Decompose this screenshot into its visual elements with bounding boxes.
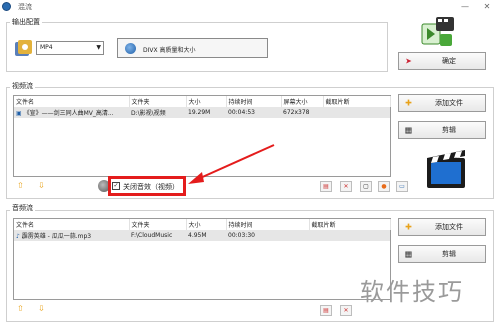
video-stream-label: 视频流 xyxy=(10,81,35,91)
column-header[interactable]: 文件名 xyxy=(14,219,130,230)
format-select[interactable]: MP4 ▼ xyxy=(36,41,104,55)
video-tool-preview-icon[interactable]: ▭ xyxy=(396,181,408,192)
move-up-icon[interactable]: ⇧ xyxy=(17,181,24,190)
audio-edit-label: 剪辑 xyxy=(442,250,456,258)
column-header[interactable]: 大小 xyxy=(186,96,227,107)
audio-edit-button[interactable]: ▦ 剪辑 xyxy=(398,245,486,263)
cell-screen-size: 672x378 xyxy=(281,107,323,118)
profile-button[interactable]: DIVX 高质量和大小 xyxy=(117,38,268,58)
column-header[interactable]: 持续时间 xyxy=(226,96,282,107)
cell-clip xyxy=(309,230,390,241)
audio-add-file-label: 添加文件 xyxy=(435,223,463,231)
column-header[interactable]: 持续时间 xyxy=(226,219,310,230)
move-down-icon[interactable]: ⇩ xyxy=(38,181,45,190)
video-table-header: 文件名 文件夹 大小 持续时间 屏幕大小 截取片断 xyxy=(14,96,391,107)
video-file-table: 文件名 文件夹 大小 持续时间 屏幕大小 截取片断 ▣ 《宣》——剑三同人曲MV… xyxy=(14,96,391,118)
audio-tool-add-icon[interactable]: ▤ xyxy=(320,305,332,316)
column-header[interactable]: 文件夹 xyxy=(129,219,187,230)
column-header[interactable]: 屏幕大小 xyxy=(281,96,324,107)
cell-clip xyxy=(323,107,390,118)
cell-duration: 00:03:30 xyxy=(226,230,309,241)
minimize-button[interactable]: — xyxy=(454,0,476,13)
video-tool-play-icon[interactable]: ● xyxy=(378,181,390,192)
table-row[interactable]: ♪ 霹雳英雄 - 瓜瓜一蒜.mp3 F:\CloudMusic 4.95M 00… xyxy=(14,230,390,241)
confirm-button[interactable]: ➤ 确定 xyxy=(398,52,486,70)
move-down-icon[interactable]: ⇩ xyxy=(38,304,45,313)
close-button[interactable]: ✕ xyxy=(476,0,498,13)
cell-name: 霹雳英雄 - 瓜瓜一蒜.mp3 xyxy=(21,233,92,240)
format-select-value: MP4 xyxy=(40,44,53,51)
format-icon xyxy=(13,38,33,58)
table-row[interactable]: ▣ 《宣》——剑三同人曲MV_高清... D:\影视\视频 19.29M 00:… xyxy=(14,107,390,118)
column-header[interactable]: 截取片断 xyxy=(323,96,391,107)
video-add-file-button[interactable]: ✚ 添加文件 xyxy=(398,94,486,112)
audio-file-table: 文件名 文件夹 大小 持续时间 截取片断 ♪ 霹雳英雄 - 瓜瓜一蒜.mp3 F… xyxy=(14,219,391,241)
video-tool-add-icon[interactable]: ▤ xyxy=(320,181,332,192)
video-edit-label: 剪辑 xyxy=(442,126,456,134)
cell-name: 《宣》——剑三同人曲MV_高清... xyxy=(23,110,114,117)
cell-size: 4.95M xyxy=(186,230,226,241)
audio-stream-label: 音频流 xyxy=(10,203,35,213)
column-header[interactable]: 大小 xyxy=(186,219,227,230)
cell-folder: F:\CloudMusic xyxy=(129,230,186,241)
column-header[interactable]: 文件名 xyxy=(14,96,130,107)
move-up-icon[interactable]: ⇧ xyxy=(17,304,24,313)
video-edit-button[interactable]: ▦ 剪辑 xyxy=(398,121,486,139)
app-icon xyxy=(2,2,11,11)
watermark-text: 软件技巧 xyxy=(360,278,464,306)
cell-size: 19.29M xyxy=(186,107,226,118)
cell-duration: 00:04:53 xyxy=(226,107,281,118)
title-bar: 混流 — ✕ xyxy=(0,0,500,14)
output-config-label: 输出配置 xyxy=(10,17,42,27)
confirm-label: 确定 xyxy=(442,57,456,65)
video-tool-clear-icon[interactable]: ▢ xyxy=(360,181,372,192)
highlight-box xyxy=(108,176,186,196)
audio-table-header: 文件名 文件夹 大小 持续时间 截取片断 xyxy=(14,219,391,230)
chevron-down-icon: ▼ xyxy=(96,44,101,51)
annotation-arrow-icon xyxy=(184,142,280,188)
profile-icon xyxy=(125,43,136,54)
column-header[interactable]: 文件夹 xyxy=(129,96,187,107)
video-add-file-label: 添加文件 xyxy=(435,99,463,107)
cell-folder: D:\影视\视频 xyxy=(129,107,186,118)
audio-tool-remove-icon[interactable]: ✕ xyxy=(340,305,352,316)
video-tool-remove-icon[interactable]: ✕ xyxy=(340,181,352,192)
window-title: 混流 xyxy=(18,3,32,11)
audio-add-file-button[interactable]: ✚ 添加文件 xyxy=(398,218,486,236)
column-header[interactable]: 截取片断 xyxy=(309,219,391,230)
convert-icon xyxy=(418,14,458,50)
video-file-icon: ▣ xyxy=(16,110,24,117)
profile-label: DIVX 高质量和大小 xyxy=(143,47,196,54)
clapperboard-icon xyxy=(425,146,467,190)
